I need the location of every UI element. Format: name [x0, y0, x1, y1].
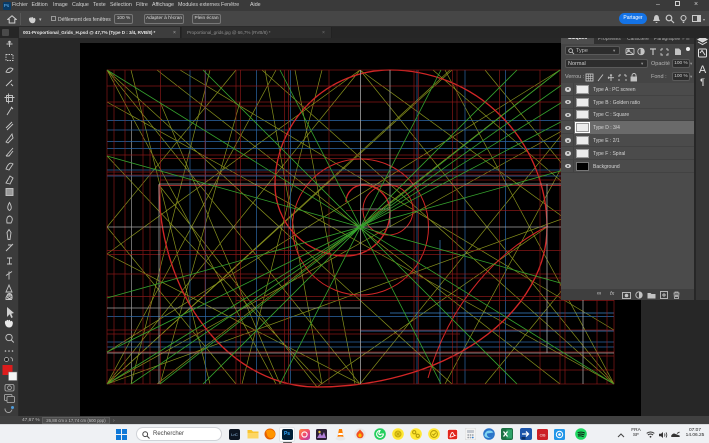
svg-text:¶: ¶ — [700, 77, 705, 87]
svg-text:CIB: CIB — [540, 433, 547, 437]
svg-text:A: A — [699, 64, 707, 76]
